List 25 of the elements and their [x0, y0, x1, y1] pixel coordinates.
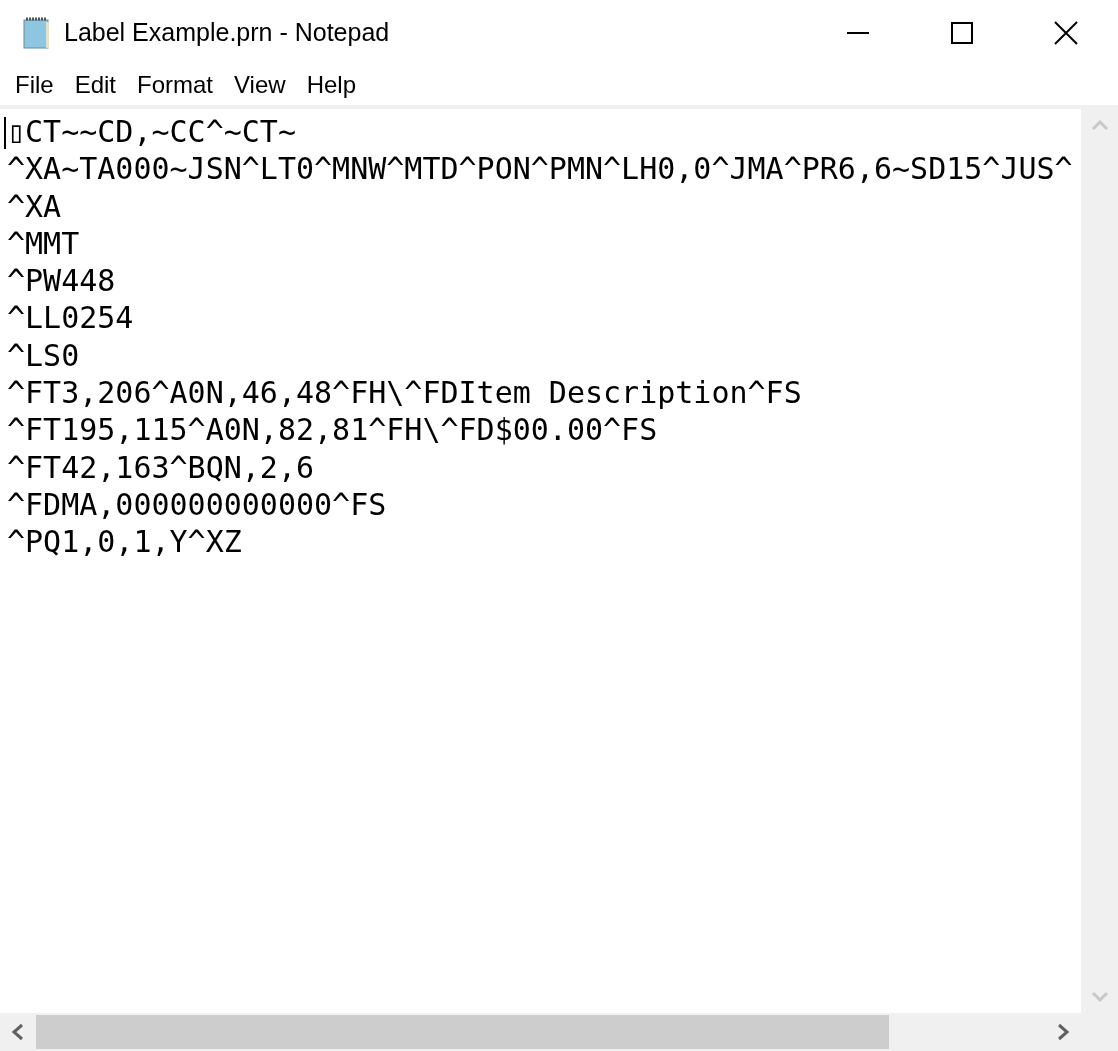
- scrollbar-thumb[interactable]: [36, 1015, 889, 1049]
- menu-item[interactable]: Format: [128, 67, 223, 103]
- text-line: ^FT42,163^BQN,2,6: [7, 448, 315, 486]
- text-cursor: [4, 117, 6, 149]
- text-line: ^PW448: [7, 262, 116, 300]
- text-line: ^XA~TA000~JSN^LT0^MNW^MTD^PON^PMN^LH0,0^JMA^PR6,6~SD15^JUS^: [7, 150, 1073, 188]
- maximize-icon: [951, 21, 973, 44]
- menu-item[interactable]: File: [6, 67, 63, 103]
- menu-item[interactable]: Edit: [65, 67, 126, 103]
- text-line: ^FDMA,000000000000^FS: [7, 485, 387, 524]
- scroll-up-icon[interactable]: [1090, 119, 1109, 131]
- text-line: ^FT195,115^A0N,82,81^FH\^FD$00.00^FS: [7, 411, 658, 449]
- text-line: ^XA: [7, 187, 62, 225]
- text-line: ^MMT: [7, 224, 80, 263]
- menu-item[interactable]: View: [225, 67, 295, 103]
- close-icon: [1054, 20, 1078, 45]
- text-line: ^LL0254: [7, 299, 134, 337]
- scroll-down-icon[interactable]: [1090, 991, 1109, 1003]
- text-line: ^FT3,206^A0N,46,48^FH\^FDItem Description^FS: [7, 374, 802, 412]
- menu-item[interactable]: Help: [297, 67, 365, 103]
- window-title: Label Example.prn - Notepad: [64, 16, 390, 48]
- text-line: ^LS0: [7, 336, 80, 375]
- minimize-icon: [847, 31, 869, 34]
- text-line: ▯CT~~CD,~CC^~CT~: [7, 113, 296, 151]
- text-line: ^PQ1,0,1,Y^XZ: [7, 523, 242, 561]
